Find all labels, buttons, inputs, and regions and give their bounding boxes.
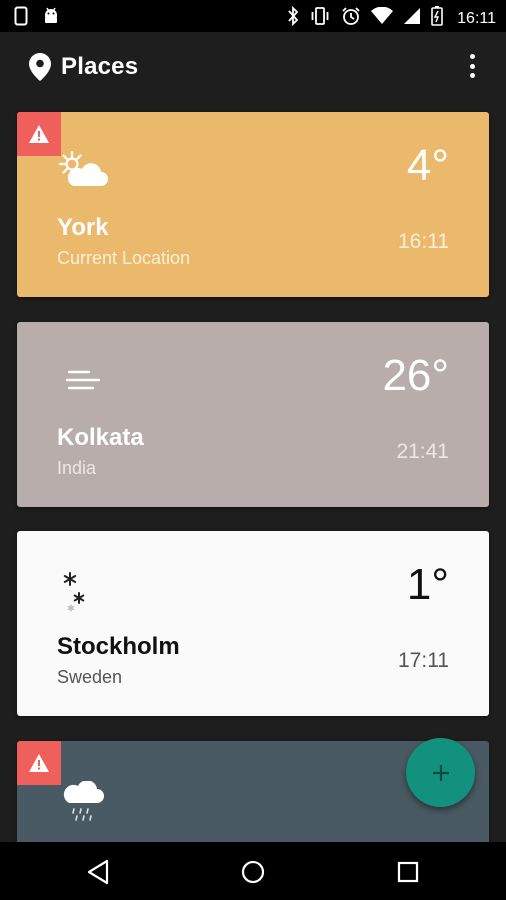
page-title: Places — [61, 53, 139, 80]
city-name: Kolkata — [57, 424, 144, 451]
add-icon — [432, 764, 449, 781]
app-bar: Places — [0, 32, 506, 102]
snow-icon — [57, 569, 97, 620]
weather-alert-badge[interactable] — [17, 112, 61, 156]
recents-icon[interactable] — [394, 858, 422, 886]
rain-icon — [61, 780, 107, 828]
phone-outline-icon — [14, 6, 28, 31]
navigation-bar — [0, 842, 506, 900]
city-name: York — [57, 214, 109, 241]
location-subtitle: Sweden — [57, 667, 123, 687]
wifi-icon — [371, 6, 394, 30]
warning-icon — [29, 754, 49, 772]
places-list[interactable]: 4° York Current Location 16:11 26° Kolka… — [0, 102, 506, 842]
location-subtitle: India — [57, 458, 97, 478]
local-time: 21:41 — [396, 440, 449, 463]
status-bar: 16:11 — [0, 0, 506, 32]
signal-icon — [403, 7, 421, 30]
weather-alert-badge[interactable] — [17, 741, 61, 785]
temperature: 1° — [406, 560, 449, 609]
alarm-icon — [341, 6, 361, 31]
vibrate-icon — [309, 6, 331, 31]
place-card-york[interactable]: 4° York Current Location 16:11 — [17, 112, 489, 297]
more-vert-icon[interactable] — [462, 54, 482, 78]
android-icon — [42, 6, 60, 31]
bluetooth-icon — [287, 5, 299, 31]
fog-icon — [57, 360, 103, 405]
status-left-icons — [14, 6, 60, 31]
local-time: 17:11 — [398, 649, 449, 672]
local-time: 16:11 — [398, 230, 449, 253]
back-icon[interactable] — [84, 858, 112, 886]
status-time: 16:11 — [457, 9, 496, 27]
place-card-kolkata[interactable]: 26° Kolkata India 21:41 — [17, 322, 489, 507]
partly-cloudy-icon — [57, 150, 109, 195]
battery-icon — [431, 6, 443, 31]
temperature: 4° — [406, 141, 449, 190]
warning-icon — [29, 125, 49, 143]
add-place-button[interactable] — [406, 738, 475, 807]
location-pin-icon — [29, 53, 51, 86]
home-icon[interactable] — [239, 858, 267, 886]
city-name: Stockholm — [57, 633, 180, 660]
status-right-icons: 16:11 — [287, 5, 496, 31]
place-card-stockholm[interactable]: 1° Stockholm Sweden 17:11 — [17, 531, 489, 716]
location-subtitle: Current Location — [57, 248, 191, 268]
temperature: 26° — [382, 351, 449, 400]
